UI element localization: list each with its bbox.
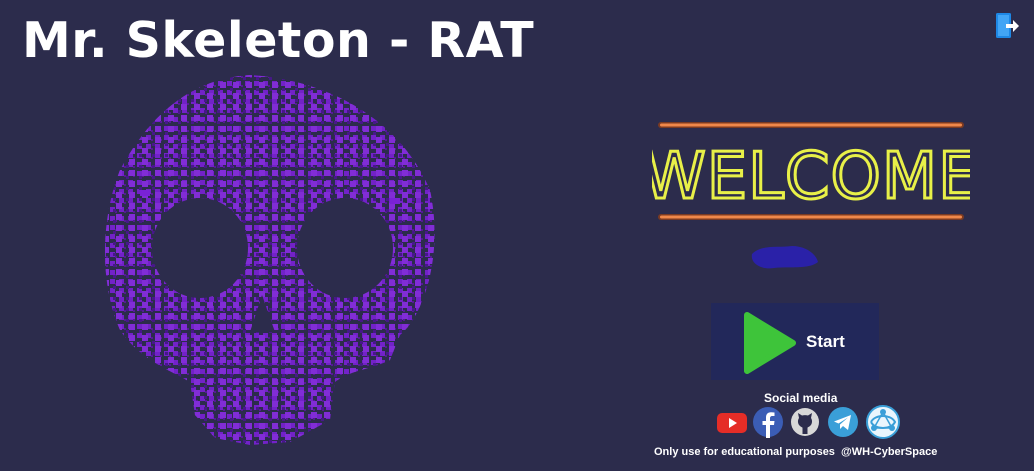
facebook-link[interactable] [752,406,784,438]
welcome-sign-text: WELCOME [652,140,970,214]
telegram-icon [828,407,858,437]
social-media-heading: Social media [764,391,838,405]
start-button[interactable]: Start [711,303,879,380]
username-redacted [751,246,818,269]
facebook-icon [753,407,783,438]
youtube-icon [717,413,747,433]
play-icon [744,312,796,374]
telegram-link[interactable] [827,406,859,438]
network-icon [866,405,900,439]
start-label: Start [806,332,845,351]
github-link[interactable] [789,406,821,438]
educational-disclaimer: Only use for educational purposes @WH-Cy… [654,446,938,458]
exit-door-icon [996,13,1019,38]
exit-button[interactable] [994,12,1020,40]
welcome-neon-sign: WELCOME [652,122,970,220]
github-icon [791,408,819,436]
youtube-link[interactable] [716,406,748,438]
network-link[interactable] [865,404,901,440]
skull-ascii-art [105,75,435,445]
app-title: Mr. Skeleton - RAT [22,12,535,69]
